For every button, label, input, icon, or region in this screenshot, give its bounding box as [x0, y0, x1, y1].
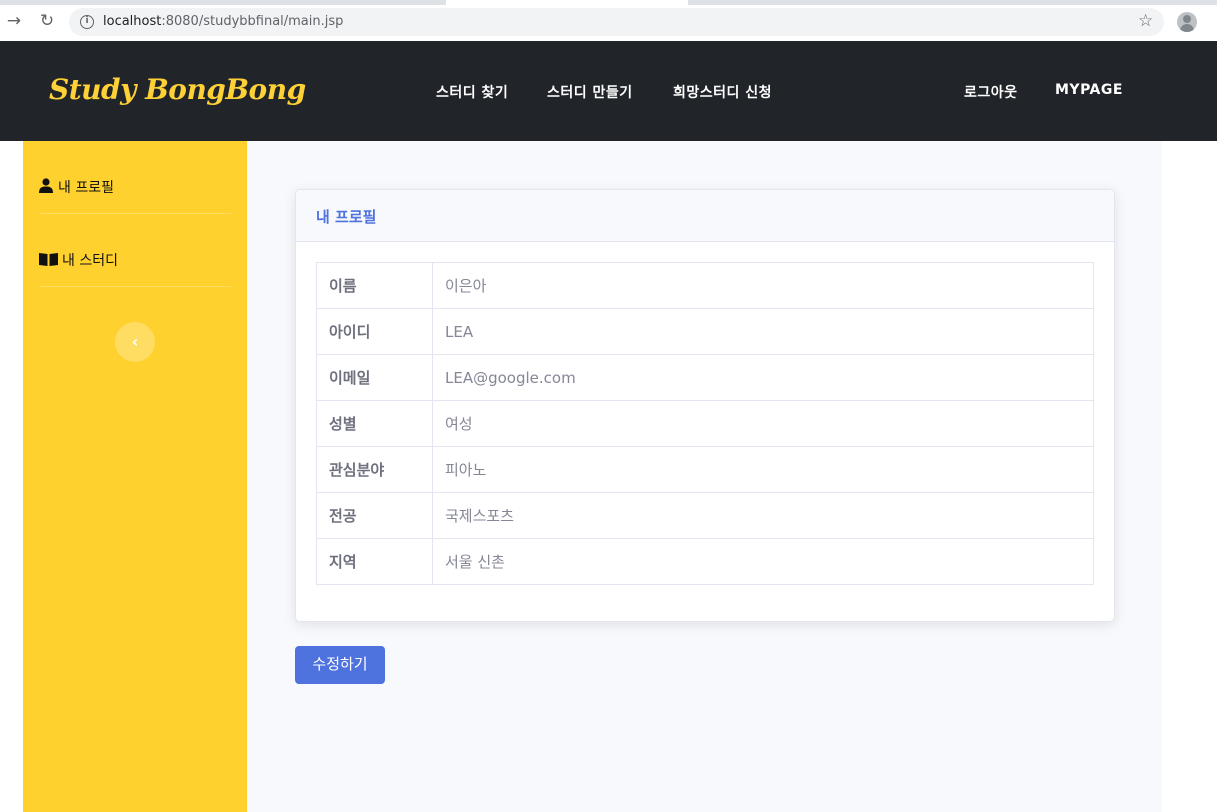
edit-profile-button[interactable]: 수정하기 [295, 646, 385, 684]
main-content: 내 프로필 이름 이은아 아이디 LEA 이메일 LEA@google.com 성별 여… [247, 141, 1162, 812]
card-header: 내 프로필 [296, 190, 1114, 242]
nav-request-study[interactable]: 희망스터디 신청 [673, 82, 772, 102]
table-row: 아이디 LEA [316, 308, 1094, 355]
field-value: 이은아 [432, 262, 1094, 309]
field-value: LEA [432, 308, 1094, 355]
active-tab[interactable] [446, 0, 688, 5]
chevron-left-icon: ‹ [131, 332, 139, 351]
browser-toolbar: → ↻ i localhost:8080/studybbfinal/main.j… [0, 0, 1217, 41]
sidebar-collapse-button[interactable]: ‹ [115, 322, 155, 362]
sidebar-item-study[interactable]: 내 스터디 [39, 214, 231, 287]
field-label: 이메일 [316, 354, 433, 401]
forward-icon[interactable]: → [4, 11, 24, 31]
field-value: 여성 [432, 400, 1094, 447]
user-icon [39, 178, 53, 193]
table-row: 관심분야 피아노 [316, 446, 1094, 493]
url-text[interactable]: localhost:8080/studybbfinal/main.jsp [103, 14, 343, 29]
field-label: 관심분야 [316, 446, 433, 493]
field-label: 이름 [316, 262, 433, 309]
field-value: 피아노 [432, 446, 1094, 493]
profile-card: 내 프로필 이름 이은아 아이디 LEA 이메일 LEA@google.com 성별 여… [295, 189, 1115, 622]
bookmark-star-icon[interactable]: ☆ [1138, 11, 1153, 31]
card-title: 내 프로필 [316, 208, 377, 226]
field-value: 서울 신촌 [432, 538, 1094, 585]
field-label: 아이디 [316, 308, 433, 355]
sidebar-item-profile[interactable]: 내 프로필 [39, 141, 231, 214]
nav-logout[interactable]: 로그아웃 [964, 82, 1018, 102]
url-path: :8080/studybbfinal/main.jsp [161, 14, 344, 29]
site-header: Study BongBong 스터디 찾기 스터디 만들기 희망스터디 신청 로… [0, 41, 1217, 141]
sidebar-item-label: 내 스터디 [62, 253, 118, 269]
info-icon[interactable]: i [80, 15, 94, 29]
table-row: 전공 국제스포츠 [316, 492, 1094, 539]
table-row: 성별 여성 [316, 400, 1094, 447]
field-label: 전공 [316, 492, 433, 539]
url-host: localhost [103, 14, 162, 29]
sidebar: 내 프로필 내 스터디 ‹ [23, 141, 247, 812]
reload-icon[interactable]: ↻ [37, 11, 57, 31]
book-icon [39, 253, 58, 266]
field-value: 국제스포츠 [432, 492, 1094, 539]
sidebar-item-label: 내 프로필 [58, 180, 114, 196]
field-value: LEA@google.com [432, 354, 1094, 401]
nav-create-study[interactable]: 스터디 만들기 [547, 82, 633, 102]
nav-find-study[interactable]: 스터디 찾기 [436, 82, 508, 102]
field-label: 성별 [316, 400, 433, 447]
profile-avatar-icon[interactable] [1177, 12, 1197, 32]
brand-logo[interactable]: Study BongBong [49, 73, 306, 106]
nav-mypage[interactable]: MYPAGE [1055, 82, 1123, 98]
table-row: 이메일 LEA@google.com [316, 354, 1094, 401]
table-row: 이름 이은아 [316, 262, 1094, 309]
profile-table: 이름 이은아 아이디 LEA 이메일 LEA@google.com 성별 여성 관심분야… [316, 262, 1094, 585]
field-label: 지역 [316, 538, 433, 585]
table-row: 지역 서울 신촌 [316, 538, 1094, 585]
